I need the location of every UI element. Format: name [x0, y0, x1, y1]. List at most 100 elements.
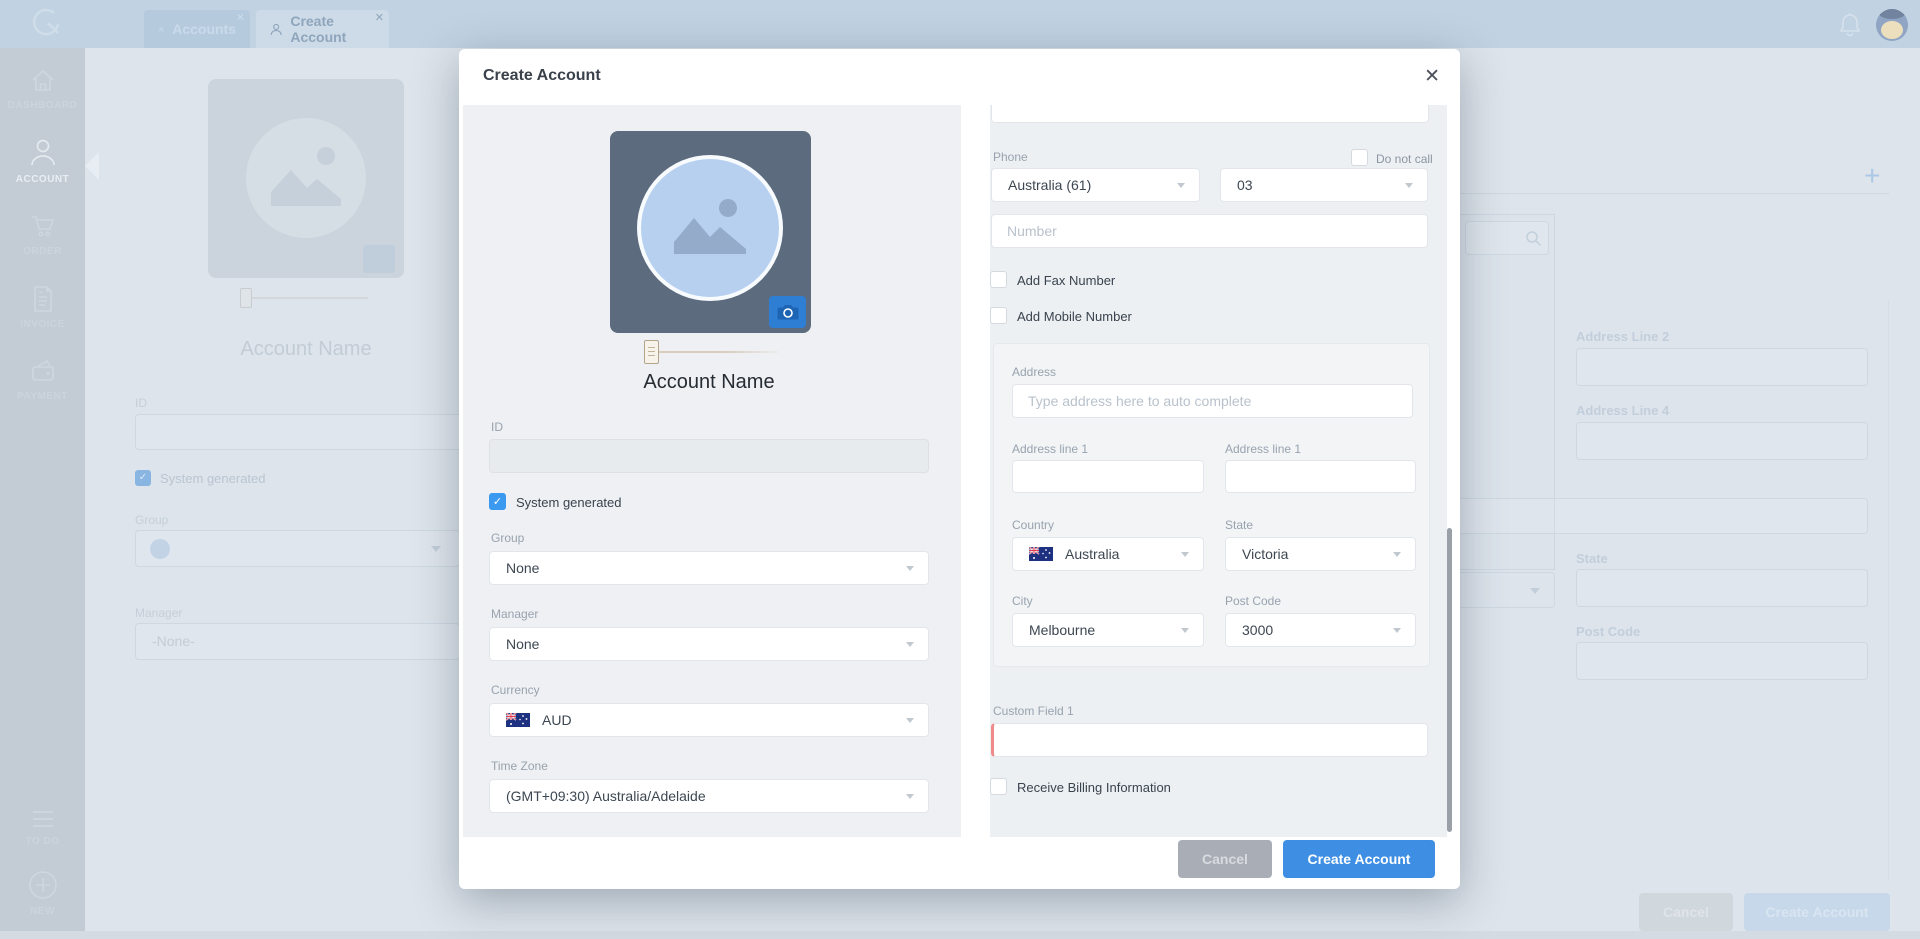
sidebar: DASHBOARD ACCOUNT ORDER INVOICE PAYMENT … [0, 48, 85, 939]
create-account-modal: Create Account ✕ Account Name ID ✓ Syste… [459, 49, 1460, 889]
chevron-down-icon [1393, 628, 1401, 633]
bg-manager-select: -None- [135, 623, 460, 660]
bg-cancel-button: Cancel [1639, 893, 1733, 931]
bg-avatar-circle [246, 118, 366, 238]
receive-billing-checkbox[interactable] [990, 778, 1007, 795]
cancel-button[interactable]: Cancel [1178, 840, 1272, 878]
phone-area-select[interactable]: 03 [1220, 168, 1428, 202]
post-code-select[interactable]: 3000 [1225, 613, 1416, 647]
australia-flag-icon [1029, 547, 1053, 561]
bg-zoom-track [252, 297, 368, 299]
bg-id-label: ID [135, 396, 147, 410]
address-label: Address [1012, 365, 1057, 379]
image-placeholder-icon [674, 199, 746, 254]
modal-title: Create Account [483, 67, 601, 84]
zoom-slider-track[interactable] [659, 351, 779, 353]
bg-group-select [135, 530, 460, 567]
address-line1b-label: Address line 1 [1225, 442, 1302, 456]
modal-left-panel: Account Name ID ✓ System generated Group… [463, 105, 961, 837]
currency-select[interactable]: AUD [489, 703, 929, 737]
phone-country-select[interactable]: Australia (61) [991, 168, 1200, 202]
bg-id-input [135, 414, 465, 450]
post-code-label: Post Code [1225, 594, 1282, 608]
add-fax-label: Add Fax Number [1017, 273, 1116, 288]
sidebar-item-new: NEW [0, 870, 85, 917]
system-generated-checkbox[interactable]: ✓ [489, 493, 506, 510]
do-not-call-label: Do not call [1376, 152, 1433, 166]
home-icon [31, 69, 54, 91]
city-value: Melbourne [1029, 622, 1096, 638]
add-mobile-label: Add Mobile Number [1017, 309, 1132, 324]
tab-label: Create Account [290, 13, 347, 45]
chevron-down-icon [1530, 588, 1540, 594]
avatar-placeholder [637, 155, 783, 301]
bg-select [1458, 572, 1555, 608]
bg-address-line2-label: Address Line 2 [1576, 329, 1670, 344]
manager-label: Manager [491, 607, 539, 621]
image-placeholder-icon [271, 147, 341, 206]
search-icon [1526, 231, 1542, 247]
sidebar-item-order: ORDER [0, 212, 85, 257]
group-label: Group [491, 531, 525, 545]
state-select[interactable]: Victoria [1225, 537, 1416, 571]
invoice-icon [33, 286, 52, 312]
sidebar-item-account: ACCOUNT [0, 138, 85, 185]
sidebar-item-dashboard: DASHBOARD [0, 68, 85, 111]
add-mobile-checkbox[interactable] [990, 307, 1007, 324]
chevron-down-icon [906, 566, 914, 571]
timezone-select[interactable]: (GMT+09:30) Australia/Adelaide [489, 779, 929, 813]
camera-icon[interactable] [769, 296, 806, 328]
phone-area-value: 03 [1237, 177, 1253, 193]
chevron-down-icon [906, 642, 914, 647]
bg-system-generated-checkbox: ✓ [135, 470, 151, 486]
avatar-upload[interactable] [610, 131, 811, 333]
bg-manager-value: -None- [152, 633, 195, 649]
address-autocomplete-input[interactable]: Type address here to auto complete [1012, 384, 1413, 418]
account-name-input-cropped[interactable] [991, 105, 1429, 123]
city-label: City [1012, 594, 1033, 608]
zoom-slider-handle[interactable] [644, 340, 659, 364]
custom-field-1-input[interactable] [991, 723, 1428, 757]
custom-field-1-label: Custom Field 1 [993, 704, 1074, 718]
modal-right-panel: Phone Do not call Australia (61) 03 Numb… [990, 105, 1447, 837]
city-select[interactable]: Melbourne [1012, 613, 1204, 647]
bg-post-code-label: Post Code [1576, 624, 1641, 639]
australia-flag-icon [506, 713, 530, 727]
bg-group-label: Group [135, 513, 169, 527]
user-avatar [1876, 9, 1908, 41]
phone-number-placeholder: Number [1007, 223, 1057, 239]
phone-country-value: Australia (61) [1008, 177, 1092, 193]
address-line1b-input[interactable] [1225, 460, 1416, 493]
do-not-call-checkbox[interactable] [1351, 149, 1368, 166]
id-label: ID [491, 420, 503, 434]
tab-label: Accounts [172, 21, 236, 37]
address-line1-input[interactable] [1012, 460, 1204, 493]
wallet-icon [31, 359, 54, 381]
country-select[interactable]: Australia [1012, 537, 1204, 571]
add-fax-checkbox[interactable] [990, 271, 1007, 288]
modal-scrollbar[interactable] [1447, 528, 1452, 832]
app-logo-icon [32, 8, 60, 36]
tab-close-icon: ✕ [374, 12, 384, 24]
close-icon[interactable]: ✕ [1424, 65, 1440, 88]
user-icon [270, 23, 282, 35]
screen: Accounts ✕ Create Account ✕ DASHBOARD AC… [0, 0, 1920, 939]
group-select[interactable]: None [489, 551, 929, 585]
chevron-down-icon [906, 718, 914, 723]
address-panel: Address Type address here to auto comple… [993, 343, 1430, 667]
manager-select[interactable]: None [489, 627, 929, 661]
bg-create-account-button: Create Account [1744, 893, 1890, 931]
chevron-down-icon [1405, 183, 1413, 188]
bg-address-line4-label: Address Line 4 [1576, 403, 1670, 418]
phone-number-input[interactable]: Number [991, 214, 1428, 248]
create-account-button[interactable]: Create Account [1283, 840, 1435, 878]
todo-list-icon [32, 811, 53, 827]
sidebar-item-payment: PAYMENT [0, 357, 85, 402]
address-line1-label: Address line 1 [1012, 442, 1089, 456]
id-input[interactable] [489, 439, 929, 473]
chevron-down-icon [1177, 183, 1185, 188]
bg-address-line4-input [1576, 422, 1868, 460]
chevron-down-icon [431, 546, 441, 552]
manager-value: None [506, 636, 540, 652]
group-value: None [506, 560, 540, 576]
